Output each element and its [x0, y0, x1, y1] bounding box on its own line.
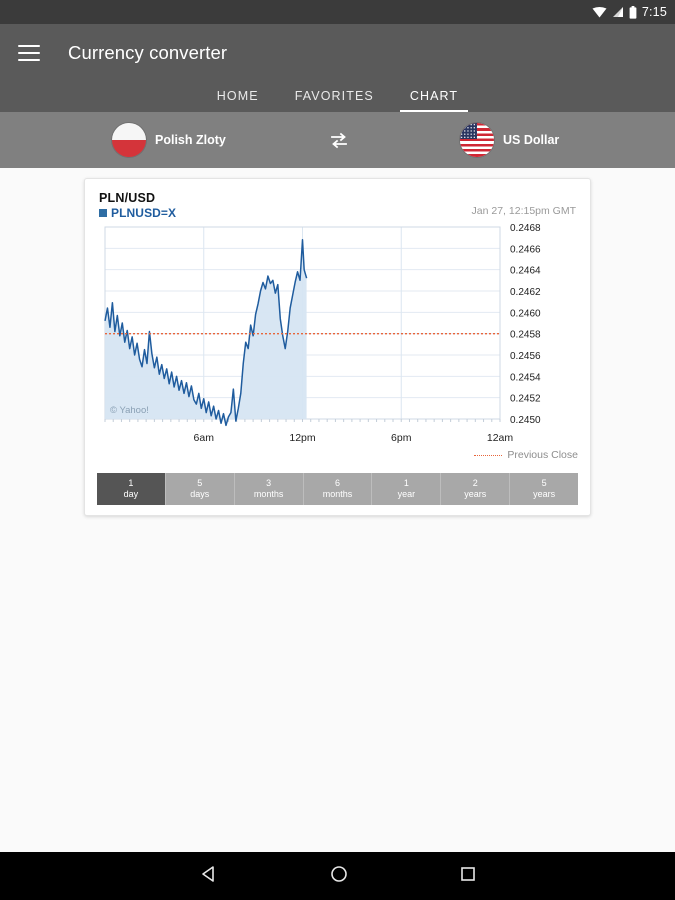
- legend-label-previous-close: Previous Close: [507, 449, 578, 461]
- recents-button-icon[interactable]: [460, 866, 476, 887]
- flag-poland-icon: [112, 123, 146, 157]
- flag-usa-icon: [460, 123, 494, 157]
- range-5-days[interactable]: 5 days: [166, 473, 235, 505]
- chart-watermark: © Yahoo!: [110, 405, 149, 416]
- range-selector: 1 day 5 days 3 months 6 months 1 year 2 …: [97, 473, 578, 505]
- y-axis-tick-label: 0.2462: [510, 287, 541, 298]
- x-axis-tick-label: 12am: [487, 432, 514, 444]
- range-unit: years: [533, 489, 555, 500]
- tab-home[interactable]: HOME: [199, 89, 277, 112]
- range-number: 6: [335, 478, 340, 489]
- range-unit: year: [398, 489, 416, 500]
- to-currency-label: US Dollar: [503, 133, 559, 147]
- y-axis-tick-label: 0.2456: [510, 351, 541, 362]
- chart-legend: Previous Close: [474, 449, 578, 461]
- chart-plot-area: 0.2450 0.2452 0.2454 0.2456 0.2458 0.2460 0.24…: [85, 219, 592, 459]
- y-axis-tick-label: 0.2460: [510, 308, 541, 319]
- series-color-swatch: [99, 209, 107, 217]
- swap-arrows-icon[interactable]: [327, 131, 351, 149]
- range-1-day[interactable]: 1 day: [97, 473, 166, 505]
- status-bar: 7:15: [0, 0, 675, 24]
- previous-close-line-icon: [474, 455, 502, 456]
- range-number: 5: [197, 478, 202, 489]
- page-title: Currency converter: [68, 42, 227, 64]
- y-axis-tick-label: 0.2466: [510, 244, 541, 255]
- range-2-years[interactable]: 2 years: [441, 473, 510, 505]
- tab-chart[interactable]: CHART: [392, 89, 476, 112]
- range-unit: months: [254, 489, 284, 500]
- x-axis-tick-label: 6pm: [391, 432, 412, 444]
- tab-bar: HOME FAVORITES CHART: [0, 82, 675, 112]
- y-axis-tick-label: 0.2458: [510, 330, 541, 341]
- app-bar: Currency converter HOME FAVORITES CHART: [0, 24, 675, 112]
- chart-timestamp: Jan 27, 12:15pm GMT: [472, 205, 576, 217]
- x-axis-tick-label: 12pm: [289, 432, 316, 444]
- range-3-months[interactable]: 3 months: [235, 473, 304, 505]
- home-button-icon[interactable]: [330, 865, 348, 888]
- from-currency-selector[interactable]: Polish Zloty: [112, 123, 226, 157]
- y-axis-tick-label: 0.2450: [510, 415, 541, 426]
- range-unit: years: [464, 489, 486, 500]
- tab-favorites[interactable]: FAVORITES: [277, 89, 392, 112]
- range-number: 3: [266, 478, 271, 489]
- y-axis-tick-label: 0.2464: [510, 266, 541, 277]
- range-number: 2: [473, 478, 478, 489]
- range-number: 5: [542, 478, 547, 489]
- price-chart[interactable]: 0.2450 0.2452 0.2454 0.2456 0.2458 0.2460 0.24…: [97, 219, 580, 459]
- range-unit: months: [323, 489, 353, 500]
- android-navigation-bar: [0, 852, 675, 900]
- currency-selector-bar: Polish Zloty US Dollar: [0, 112, 675, 168]
- range-number: 1: [128, 478, 133, 489]
- chart-ticker-label: PLNUSD=X: [111, 206, 176, 220]
- range-6-months[interactable]: 6 months: [304, 473, 373, 505]
- range-unit: days: [190, 489, 209, 500]
- chart-header: PLN/USD PLNUSD=X Jan 27, 12:15pm GMT: [85, 179, 590, 219]
- chart-card: PLN/USD PLNUSD=X Jan 27, 12:15pm GMT 0.2…: [84, 178, 591, 516]
- to-currency-selector[interactable]: US Dollar: [460, 123, 559, 157]
- range-1-year[interactable]: 1 year: [372, 473, 441, 505]
- battery-icon: [629, 6, 637, 19]
- range-unit: day: [124, 489, 139, 500]
- signal-icon: [612, 6, 624, 18]
- back-button-icon[interactable]: [200, 865, 218, 888]
- x-axis-tick-label: 6am: [194, 432, 215, 444]
- from-currency-label: Polish Zloty: [155, 133, 226, 147]
- range-number: 1: [404, 478, 409, 489]
- wifi-icon: [592, 6, 607, 18]
- status-clock: 7:15: [642, 5, 667, 19]
- chart-symbol: PLN/USD: [99, 191, 576, 205]
- hamburger-menu-icon[interactable]: [18, 45, 40, 61]
- y-axis-tick-label: 0.2454: [510, 372, 541, 383]
- y-axis-tick-label: 0.2452: [510, 394, 541, 405]
- range-5-years[interactable]: 5 years: [510, 473, 578, 505]
- y-axis-tick-label: 0.2468: [510, 223, 541, 234]
